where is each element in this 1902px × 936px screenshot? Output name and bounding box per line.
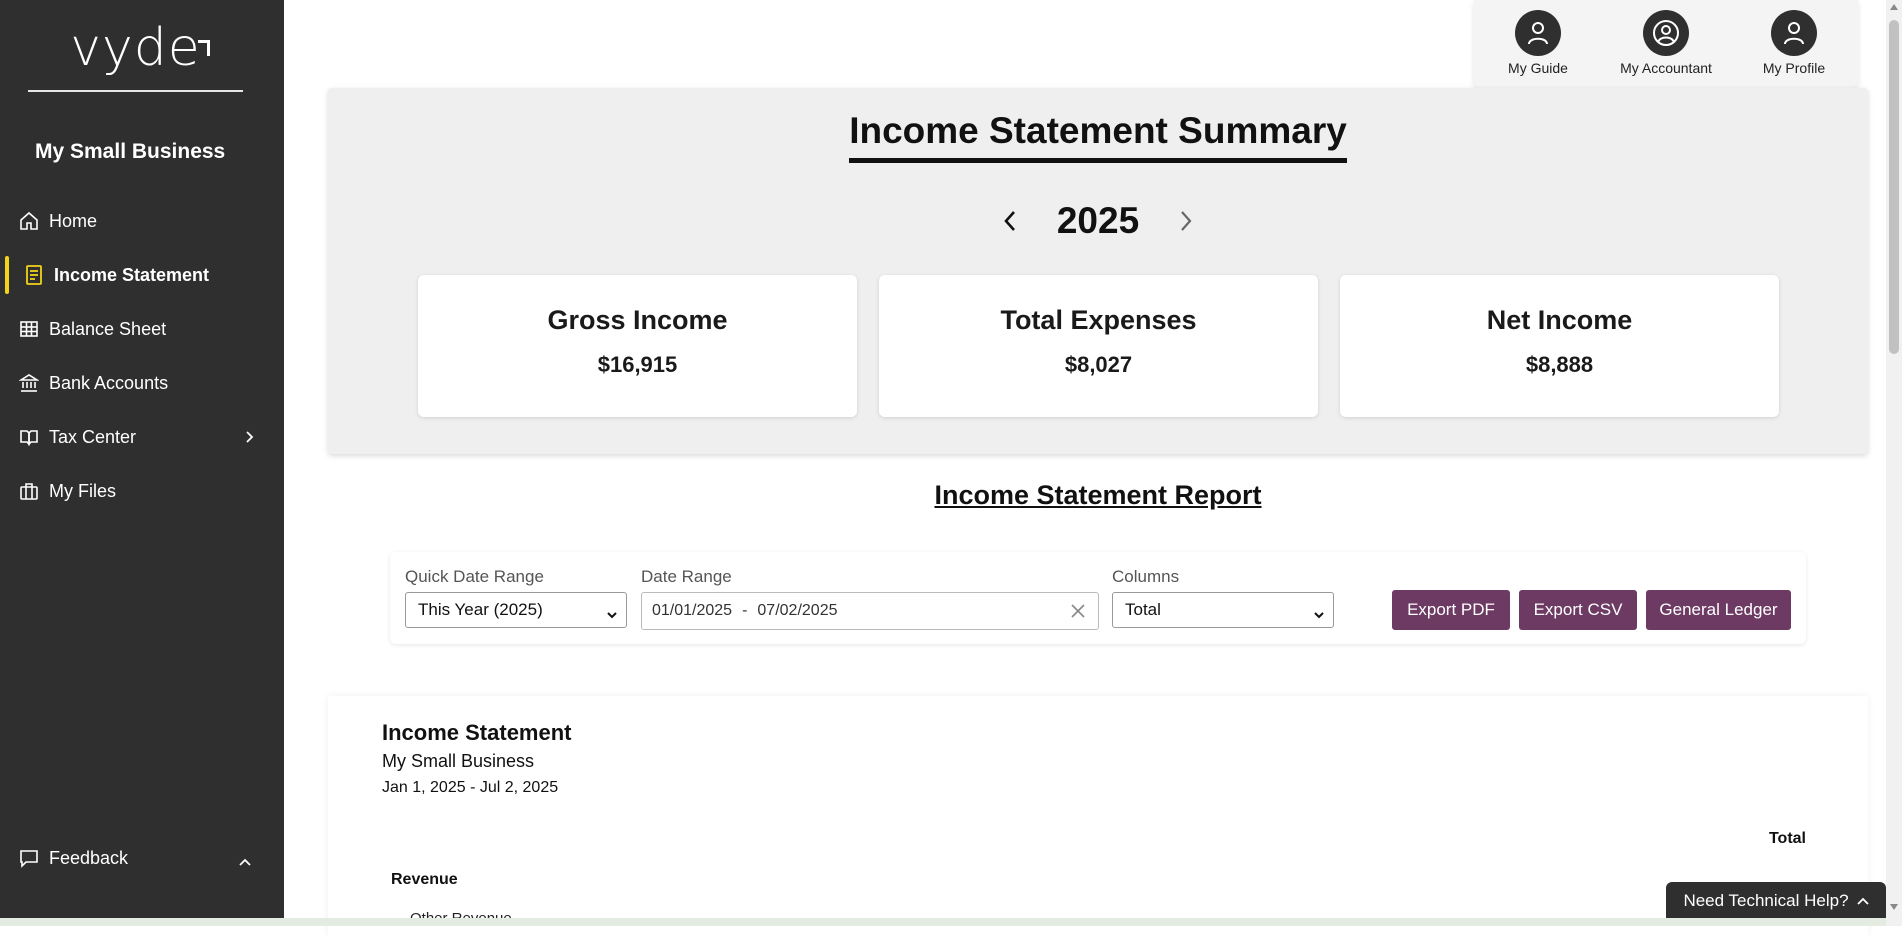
sidebar: vyde My Small Business Home Income State… [0,0,284,926]
sidebar-nav: Home Income Statement Balance Sheet Bank… [0,194,284,518]
card-value: $8,888 [1525,352,1594,377]
sidebar-item-tax-center[interactable]: Tax Center [0,410,284,464]
card-title: Net Income [1486,305,1633,335]
help-label: Need Technical Help? [1683,891,1849,910]
summary-title-wrap: Income Statement Summary [328,110,1868,163]
chat-icon [18,847,40,869]
sidebar-item-label: Tax Center [49,426,137,447]
general-ledger-button[interactable]: General Ledger [1646,590,1791,630]
chevron-up-icon [1856,897,1869,905]
chevron-down-icon [606,605,618,625]
column-header-total: Total [1768,830,1806,847]
my-profile-label: My Profile [1762,60,1826,76]
sidebar-item-label: My Files [49,480,116,501]
technical-help-button[interactable]: Need Technical Help? [1666,882,1886,920]
chevron-down-icon [1313,605,1325,625]
person-icon [1771,10,1817,56]
statement-business: My Small Business [382,751,535,771]
year-value: 2025 [1056,200,1140,241]
card-value: $8,027 [1064,352,1133,377]
date-range-input[interactable]: 01/01/2025 - 07/02/2025 [641,592,1099,630]
account-bar: My Guide My Accountant My Profile [1474,0,1858,88]
logo-mark-icon [198,40,210,56]
year-selector: 2025 [328,200,1868,242]
vyde-logo[interactable]: vyde [28,20,243,92]
my-accountant-button[interactable]: My Accountant [1611,10,1721,76]
date-start: 01/01/2025 [652,602,733,619]
previous-year-button[interactable] [997,208,1023,234]
my-profile-button[interactable]: My Profile [1739,10,1849,76]
my-guide-button[interactable]: My Guide [1483,10,1593,76]
home-icon [18,210,40,232]
scroll-up-arrow[interactable] [1890,4,1898,10]
gross-income-card: Gross Income $16,915 [418,275,857,417]
columns-label: Columns [1112,567,1180,586]
statement-dates: Jan 1, 2025 - Jul 2, 2025 [382,779,559,796]
statement-title: Income Statement [382,720,572,745]
summary-title: Income Statement Summary [849,110,1347,163]
bank-icon [18,372,40,394]
sidebar-item-label: Income Statement [54,264,210,285]
table-icon [18,318,40,340]
account-circle-icon [1643,10,1689,56]
date-range-label: Date Range [641,567,732,586]
my-accountant-label: My Accountant [1620,60,1712,76]
sidebar-item-label: Balance Sheet [49,318,167,339]
bottom-strip [0,918,1886,926]
briefcase-icon [18,480,40,502]
scroll-thumb[interactable] [1889,20,1899,354]
chevron-right-icon[interactable] [244,428,254,449]
feedback-button[interactable]: Feedback [0,831,284,885]
my-guide-label: My Guide [1508,60,1568,76]
quick-date-label: Quick Date Range [405,567,544,586]
export-pdf-button[interactable]: Export PDF [1392,590,1510,630]
next-year-button[interactable] [1173,208,1199,234]
export-csv-button[interactable]: Export CSV [1519,590,1637,630]
summary-cards: Gross Income $16,915 Total Expenses $8,0… [418,275,1779,417]
section-revenue: Revenue [391,871,458,888]
sidebar-item-my-files[interactable]: My Files [0,464,284,518]
document-icon [23,264,45,286]
page-scrollbar[interactable] [1886,0,1902,926]
columns-select[interactable]: Total [1112,592,1334,628]
date-end: 07/02/2025 [757,602,838,619]
total-expenses-card: Total Expenses $8,027 [879,275,1318,417]
net-income-card: Net Income $8,888 [1340,275,1779,417]
business-name: My Small Business [35,140,226,163]
sidebar-item-bank-accounts[interactable]: Bank Accounts [0,356,284,410]
income-statement-table: Income Statement My Small Business Jan 1… [328,696,1868,936]
sidebar-item-label: Bank Accounts [49,372,169,393]
card-title: Total Expenses [1000,305,1197,335]
date-separator: - [742,602,748,619]
person-icon [1515,10,1561,56]
clear-icon[interactable] [1070,603,1086,624]
quick-date-value: This Year (2025) [418,600,543,619]
report-filters: Quick Date Range This Year (2025) Date R… [390,552,1806,644]
sidebar-item-home[interactable]: Home [0,194,284,248]
chevron-up-icon[interactable] [238,851,252,872]
book-icon [18,426,40,448]
sidebar-item-balance-sheet[interactable]: Balance Sheet [0,302,284,356]
feedback-label: Feedback [49,847,129,868]
logo-text: vyde [70,18,201,78]
income-summary-panel: Income Statement Summary 2025 Gross Inco… [328,88,1868,454]
card-title: Gross Income [547,305,728,335]
quick-date-select[interactable]: This Year (2025) [405,592,627,628]
columns-value: Total [1125,600,1161,619]
sidebar-item-income-statement[interactable]: Income Statement [0,248,284,302]
report-title: Income Statement Report [934,480,1262,510]
scroll-down-arrow[interactable] [1890,904,1898,910]
sidebar-item-label: Home [49,210,98,231]
card-value: $16,915 [597,352,678,377]
